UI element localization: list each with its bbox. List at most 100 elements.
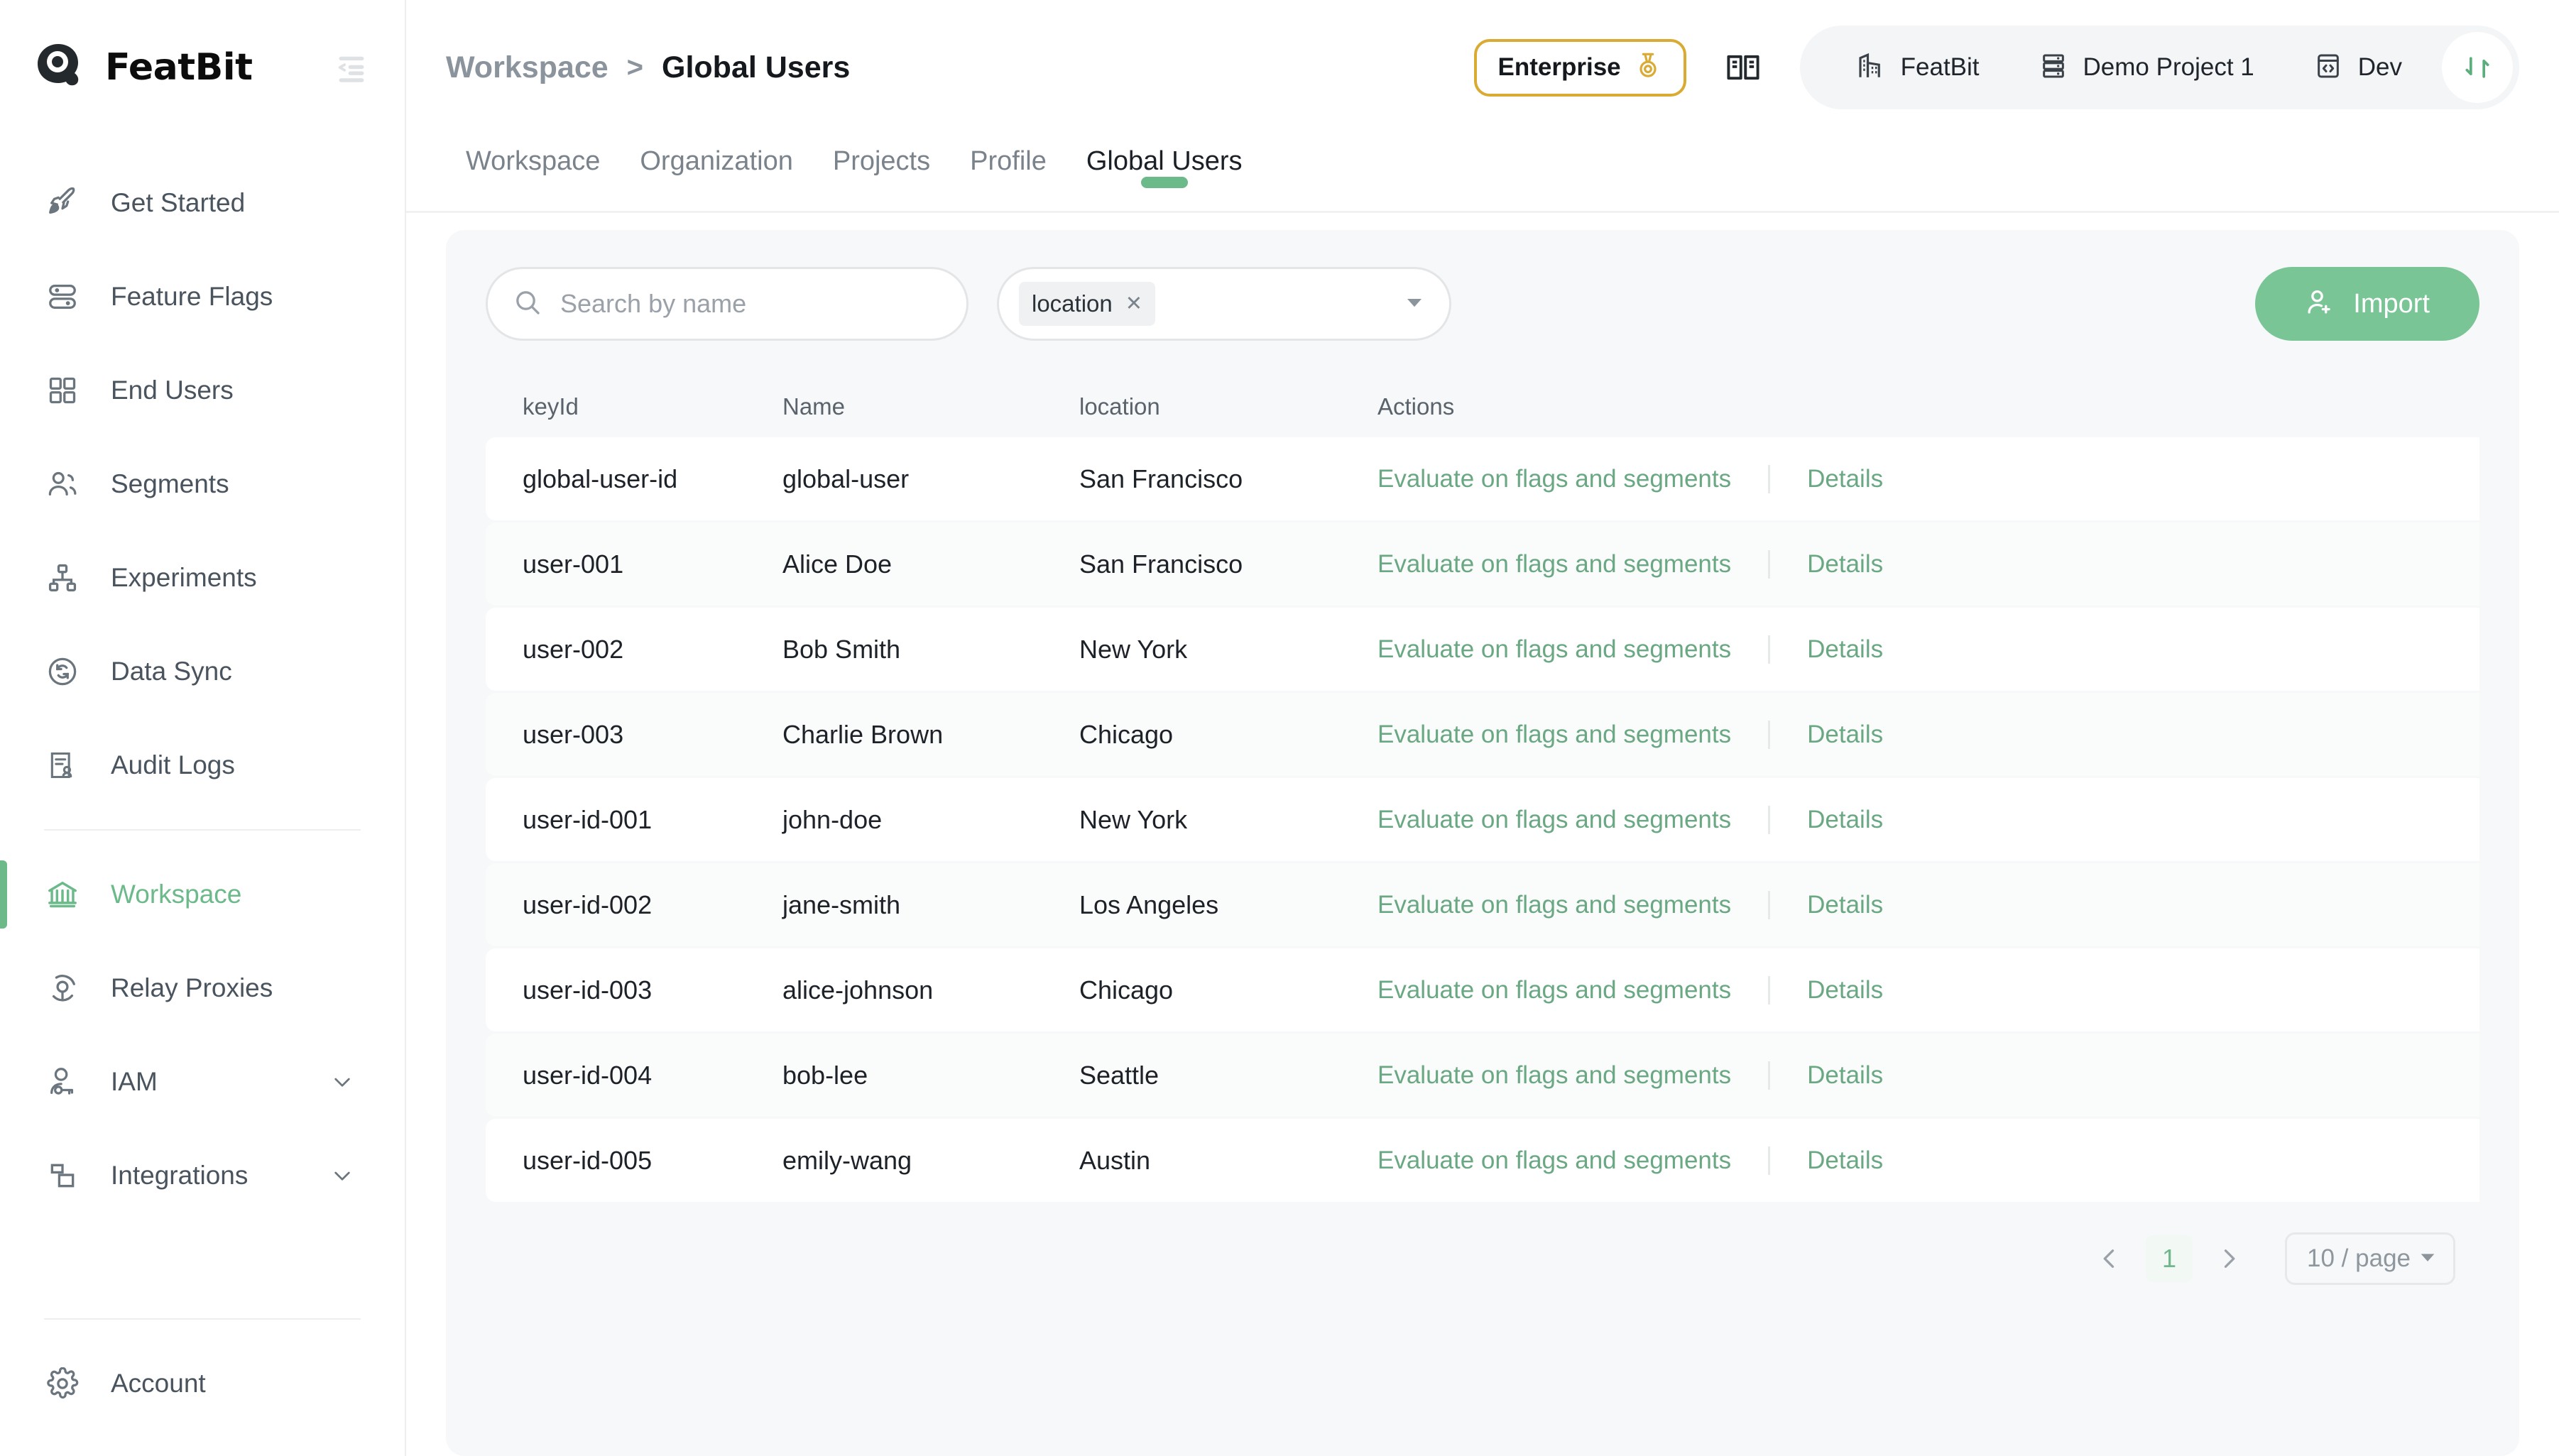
page-size-select[interactable]: 10 / page	[2285, 1232, 2455, 1285]
evaluate-link[interactable]: Evaluate on flags and segments	[1377, 550, 1731, 579]
sidebar-item-feature-flags[interactable]: Feature Flags	[0, 250, 405, 344]
evaluate-link[interactable]: Evaluate on flags and segments	[1377, 721, 1731, 749]
details-link[interactable]: Details	[1807, 721, 1883, 749]
cell-name: alice-johnson	[782, 975, 1079, 1005]
table-row[interactable]: user-id-002 jane-smith Los Angeles Evalu…	[486, 863, 2479, 946]
evaluate-link[interactable]: Evaluate on flags and segments	[1377, 1061, 1731, 1090]
content-wrapper: location ✕	[406, 213, 2559, 1456]
sidebar-item-label: IAM	[111, 1067, 158, 1097]
table-row[interactable]: user-id-004 bob-lee Seattle Evaluate on …	[486, 1034, 2479, 1117]
details-link[interactable]: Details	[1807, 976, 1883, 1005]
cell-location: New York	[1079, 805, 1377, 835]
table-row[interactable]: user-002 Bob Smith New York Evaluate on …	[486, 608, 2479, 691]
rocket-icon	[44, 185, 81, 221]
tab-projects[interactable]: Projects	[813, 135, 950, 177]
main-content: Workspace > Global Users Enterprise	[406, 0, 2559, 1456]
switcher-project[interactable]: Demo Project 1	[2009, 26, 2284, 109]
chevron-down-icon[interactable]	[331, 1164, 354, 1187]
details-link[interactable]: Details	[1807, 806, 1883, 834]
sidebar-item-workspace[interactable]: Workspace	[0, 848, 405, 941]
sidebar-item-data-sync[interactable]: Data Sync	[0, 625, 405, 718]
enterprise-badge[interactable]: Enterprise	[1474, 39, 1686, 97]
details-link[interactable]: Details	[1807, 1061, 1883, 1090]
details-link[interactable]: Details	[1807, 635, 1883, 664]
users-icon	[44, 466, 81, 503]
sidebar: FeatBit	[0, 0, 406, 1456]
tab-workspace[interactable]: Workspace	[446, 135, 620, 177]
sync-icon	[44, 653, 81, 690]
action-divider	[1768, 550, 1770, 579]
sidebar-item-label: Relay Proxies	[111, 973, 273, 1003]
chevron-left-icon[interactable]	[2086, 1235, 2133, 1282]
collapse-sidebar-icon[interactable]	[328, 44, 375, 91]
sidebar-item-experiments[interactable]: Experiments	[0, 531, 405, 625]
sidebar-item-label: Account	[111, 1369, 206, 1398]
cell-location: Austin	[1079, 1146, 1377, 1176]
chevron-down-icon[interactable]	[331, 1071, 354, 1093]
cell-location: New York	[1079, 635, 1377, 664]
details-link[interactable]: Details	[1807, 465, 1883, 493]
sidebar-item-label: Segments	[111, 469, 229, 499]
sidebar-item-get-started[interactable]: Get Started	[0, 156, 405, 250]
app-root: FeatBit	[0, 0, 2559, 1456]
table-row[interactable]: user-003 Charlie Brown Chicago Evaluate …	[486, 693, 2479, 776]
chevron-down-icon[interactable]	[1404, 292, 1425, 317]
sidebar-item-relay-proxies[interactable]: Relay Proxies	[0, 941, 405, 1035]
evaluate-link[interactable]: Evaluate on flags and segments	[1377, 891, 1731, 919]
search-box[interactable]	[486, 267, 969, 341]
details-link[interactable]: Details	[1807, 1146, 1883, 1175]
sidebar-nav-bottom: Account	[0, 1301, 405, 1456]
book-icon[interactable]	[1716, 42, 1770, 93]
cell-name: john-doe	[782, 805, 1079, 835]
switcher-organization[interactable]: FeatBit	[1826, 26, 2009, 109]
import-button[interactable]: Import	[2255, 267, 2479, 341]
location-filter-select[interactable]: location ✕	[997, 267, 1451, 341]
cell-name: global-user	[782, 464, 1079, 494]
action-divider	[1768, 465, 1770, 493]
details-link[interactable]: Details	[1807, 891, 1883, 919]
chevron-right-icon[interactable]	[2205, 1235, 2252, 1282]
filter-chip-location[interactable]: location ✕	[1019, 282, 1155, 326]
sidebar-item-end-users[interactable]: End Users	[0, 344, 405, 437]
close-icon[interactable]: ✕	[1125, 294, 1142, 314]
table-row[interactable]: user-001 Alice Doe San Francisco Evaluat…	[486, 522, 2479, 606]
table-row[interactable]: global-user-id global-user San Francisco…	[486, 437, 2479, 520]
column-header-keyid: keyId	[486, 393, 782, 420]
cell-location: Los Angeles	[1079, 890, 1377, 920]
evaluate-link[interactable]: Evaluate on flags and segments	[1377, 465, 1731, 493]
cell-name: jane-smith	[782, 890, 1079, 920]
search-input[interactable]	[560, 289, 941, 319]
table-row[interactable]: user-id-001 john-doe New York Evaluate o…	[486, 778, 2479, 861]
table-row[interactable]: user-id-005 emily-wang Austin Evaluate o…	[486, 1119, 2479, 1202]
sidebar-item-account[interactable]: Account	[0, 1337, 405, 1430]
switcher-environment[interactable]: Dev	[2284, 26, 2432, 109]
details-link[interactable]: Details	[1807, 550, 1883, 579]
hierarchy-icon	[44, 559, 81, 596]
cell-actions: Evaluate on flags and segments Details	[1377, 891, 2479, 919]
cell-actions: Evaluate on flags and segments Details	[1377, 465, 2479, 493]
breadcrumb-parent[interactable]: Workspace	[446, 50, 609, 85]
evaluate-link[interactable]: Evaluate on flags and segments	[1377, 635, 1731, 664]
sidebar-item-segments[interactable]: Segments	[0, 437, 405, 531]
cell-keyid: user-id-003	[486, 975, 782, 1005]
sidebar-item-label: End Users	[111, 376, 234, 405]
page-number-1[interactable]: 1	[2146, 1235, 2193, 1282]
evaluate-link[interactable]: Evaluate on flags and segments	[1377, 806, 1731, 834]
tab-global-users[interactable]: Global Users	[1066, 135, 1262, 177]
swap-arrows-icon[interactable]	[2442, 32, 2513, 103]
sidebar-item-label: Integrations	[111, 1161, 248, 1190]
cell-name: emily-wang	[782, 1146, 1079, 1176]
sidebar-item-label: Workspace	[111, 880, 241, 909]
sidebar-item-audit-logs[interactable]: Audit Logs	[0, 718, 405, 812]
evaluate-link[interactable]: Evaluate on flags and segments	[1377, 1146, 1731, 1175]
evaluate-link[interactable]: Evaluate on flags and segments	[1377, 976, 1731, 1005]
tab-profile[interactable]: Profile	[950, 135, 1066, 177]
table-row[interactable]: user-id-003 alice-johnson Chicago Evalua…	[486, 948, 2479, 1031]
environment-code-icon	[2314, 52, 2342, 84]
cell-name: Alice Doe	[782, 549, 1079, 579]
context-switcher: FeatBit	[1800, 26, 2519, 109]
sidebar-item-iam[interactable]: IAM	[0, 1035, 405, 1129]
sidebar-item-label: Get Started	[111, 188, 245, 218]
tab-organization[interactable]: Organization	[620, 135, 812, 177]
sidebar-item-integrations[interactable]: Integrations	[0, 1129, 405, 1222]
